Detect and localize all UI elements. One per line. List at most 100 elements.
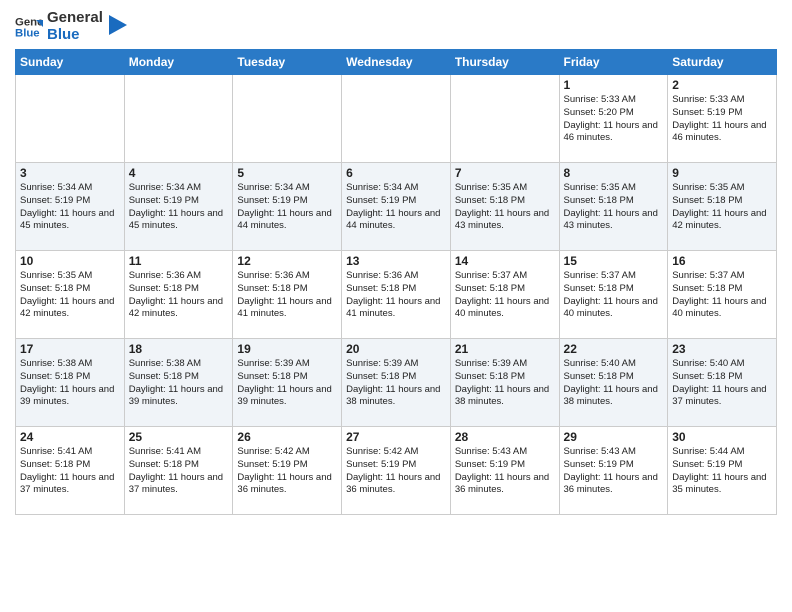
day-number: 7 [455, 166, 555, 180]
calendar-cell: 10Sunrise: 5:35 AM Sunset: 5:18 PM Dayli… [16, 251, 125, 339]
logo-general-text: General [47, 10, 103, 27]
day-number: 21 [455, 342, 555, 356]
logo: General Blue General Blue [15, 10, 127, 43]
calendar-cell [450, 75, 559, 163]
calendar-cell: 9Sunrise: 5:35 AM Sunset: 5:18 PM Daylig… [668, 163, 777, 251]
day-number: 14 [455, 254, 555, 268]
calendar-cell: 23 Sunrise: 5:40 AM Sunset: 5:18 PM Dayli… [668, 339, 777, 427]
day-info: Sunrise: 5:39 AM Sunset: 5:18 PM Dayligh… [455, 358, 555, 409]
calendar-cell: 30 Sunrise: 5:44 AM Sunset: 5:19 PM Dayli… [668, 427, 777, 515]
day-number: 30 [672, 430, 772, 444]
day-number: 17 [20, 342, 120, 356]
calendar-cell: 16 Sunrise: 5:37 AM Sunset: 5:18 PM Dayli… [668, 251, 777, 339]
calendar-cell: 13 Sunrise: 5:36 AM Sunset: 5:18 PM Dayli… [342, 251, 451, 339]
day-number: 19 [237, 342, 337, 356]
day-number: 24 [20, 430, 120, 444]
day-number: 10 [20, 254, 120, 268]
calendar-cell: 29 Sunrise: 5:43 AM Sunset: 5:19 PM Dayli… [559, 427, 668, 515]
calendar-cell: 5 Sunrise: 5:34 AM Sunset: 5:19 PM Daylig… [233, 163, 342, 251]
day-number: 27 [346, 430, 446, 444]
calendar-cell: 12Sunrise: 5:36 AM Sunset: 5:18 PM Dayli… [233, 251, 342, 339]
calendar-cell [16, 75, 125, 163]
day-info: Sunrise: 5:44 AM Sunset: 5:19 PM Dayligh… [672, 446, 772, 497]
day-number: 3 [20, 166, 120, 180]
day-info: Sunrise: 5:37 AM Sunset: 5:18 PM Dayligh… [455, 270, 555, 321]
calendar-cell: 25 Sunrise: 5:41 AM Sunset: 5:18 PM Dayli… [124, 427, 233, 515]
calendar-cell: 28Sunrise: 5:43 AM Sunset: 5:19 PM Dayli… [450, 427, 559, 515]
calendar-cell: 26 Sunrise: 5:42 AM Sunset: 5:19 PM Dayli… [233, 427, 342, 515]
calendar-week-row: 10Sunrise: 5:35 AM Sunset: 5:18 PM Dayli… [16, 251, 777, 339]
day-info: Sunrise: 5:40 AM Sunset: 5:18 PM Dayligh… [564, 358, 664, 409]
calendar-week-row: 3 Sunrise: 5:34 AM Sunset: 5:19 PM Daylig… [16, 163, 777, 251]
weekday-header-wednesday: Wednesday [342, 50, 451, 75]
day-info: Sunrise: 5:42 AM Sunset: 5:19 PM Dayligh… [237, 446, 337, 497]
calendar-cell: 17 Sunrise: 5:38 AM Sunset: 5:18 PM Dayli… [16, 339, 125, 427]
day-info: Sunrise: 5:33 AM Sunset: 5:19 PM Dayligh… [672, 94, 772, 145]
weekday-header-saturday: Saturday [668, 50, 777, 75]
logo-arrow-icon [109, 15, 127, 35]
day-info: Sunrise: 5:41 AM Sunset: 5:18 PM Dayligh… [20, 446, 120, 497]
calendar-week-row: 17 Sunrise: 5:38 AM Sunset: 5:18 PM Dayli… [16, 339, 777, 427]
day-number: 8 [564, 166, 664, 180]
calendar-week-row: 1Sunrise: 5:33 AM Sunset: 5:20 PM Daylig… [16, 75, 777, 163]
day-info: Sunrise: 5:37 AM Sunset: 5:18 PM Dayligh… [564, 270, 664, 321]
day-info: Sunrise: 5:39 AM Sunset: 5:18 PM Dayligh… [237, 358, 337, 409]
weekday-header-friday: Friday [559, 50, 668, 75]
day-info: Sunrise: 5:41 AM Sunset: 5:18 PM Dayligh… [129, 446, 229, 497]
day-number: 22 [564, 342, 664, 356]
day-info: Sunrise: 5:34 AM Sunset: 5:19 PM Dayligh… [346, 182, 446, 233]
day-info: Sunrise: 5:35 AM Sunset: 5:18 PM Dayligh… [672, 182, 772, 233]
day-info: Sunrise: 5:33 AM Sunset: 5:20 PM Dayligh… [564, 94, 664, 145]
day-number: 15 [564, 254, 664, 268]
day-info: Sunrise: 5:42 AM Sunset: 5:19 PM Dayligh… [346, 446, 446, 497]
day-number: 28 [455, 430, 555, 444]
calendar-cell: 7Sunrise: 5:35 AM Sunset: 5:18 PM Daylig… [450, 163, 559, 251]
calendar-cell: 24 Sunrise: 5:41 AM Sunset: 5:18 PM Dayli… [16, 427, 125, 515]
day-number: 26 [237, 430, 337, 444]
day-number: 16 [672, 254, 772, 268]
day-info: Sunrise: 5:37 AM Sunset: 5:18 PM Dayligh… [672, 270, 772, 321]
weekday-header-tuesday: Tuesday [233, 50, 342, 75]
calendar-cell: 4Sunrise: 5:34 AM Sunset: 5:19 PM Daylig… [124, 163, 233, 251]
day-number: 25 [129, 430, 229, 444]
day-info: Sunrise: 5:36 AM Sunset: 5:18 PM Dayligh… [346, 270, 446, 321]
calendar-cell: 20 Sunrise: 5:39 AM Sunset: 5:18 PM Dayli… [342, 339, 451, 427]
calendar-cell: 14 Sunrise: 5:37 AM Sunset: 5:18 PM Dayli… [450, 251, 559, 339]
day-info: Sunrise: 5:36 AM Sunset: 5:18 PM Dayligh… [129, 270, 229, 321]
day-info: Sunrise: 5:43 AM Sunset: 5:19 PM Dayligh… [564, 446, 664, 497]
svg-text:Blue: Blue [15, 27, 40, 39]
calendar-cell: 11 Sunrise: 5:36 AM Sunset: 5:18 PM Dayli… [124, 251, 233, 339]
logo-blue-text: Blue [47, 27, 103, 44]
day-info: Sunrise: 5:39 AM Sunset: 5:18 PM Dayligh… [346, 358, 446, 409]
day-number: 5 [237, 166, 337, 180]
day-info: Sunrise: 5:38 AM Sunset: 5:18 PM Dayligh… [129, 358, 229, 409]
calendar-cell: 18 Sunrise: 5:38 AM Sunset: 5:18 PM Dayli… [124, 339, 233, 427]
main-container: General Blue General Blue SundayMondayTu… [0, 0, 792, 525]
calendar-cell: 27 Sunrise: 5:42 AM Sunset: 5:19 PM Dayli… [342, 427, 451, 515]
day-number: 2 [672, 78, 772, 92]
calendar-cell: 8Sunrise: 5:35 AM Sunset: 5:18 PM Daylig… [559, 163, 668, 251]
day-info: Sunrise: 5:40 AM Sunset: 5:18 PM Dayligh… [672, 358, 772, 409]
day-number: 13 [346, 254, 446, 268]
day-number: 6 [346, 166, 446, 180]
calendar-cell: 6 Sunrise: 5:34 AM Sunset: 5:19 PM Daylig… [342, 163, 451, 251]
calendar-cell: 22 Sunrise: 5:40 AM Sunset: 5:18 PM Dayli… [559, 339, 668, 427]
day-number: 11 [129, 254, 229, 268]
day-info: Sunrise: 5:38 AM Sunset: 5:18 PM Dayligh… [20, 358, 120, 409]
day-number: 18 [129, 342, 229, 356]
calendar-cell: 2 Sunrise: 5:33 AM Sunset: 5:19 PM Daylig… [668, 75, 777, 163]
day-number: 12 [237, 254, 337, 268]
day-number: 23 [672, 342, 772, 356]
day-info: Sunrise: 5:34 AM Sunset: 5:19 PM Dayligh… [20, 182, 120, 233]
weekday-header-thursday: Thursday [450, 50, 559, 75]
day-info: Sunrise: 5:34 AM Sunset: 5:19 PM Dayligh… [237, 182, 337, 233]
calendar-header-row: SundayMondayTuesdayWednesdayThursdayFrid… [16, 50, 777, 75]
calendar-cell: 19 Sunrise: 5:39 AM Sunset: 5:18 PM Dayli… [233, 339, 342, 427]
weekday-header-sunday: Sunday [16, 50, 125, 75]
header: General Blue General Blue [15, 10, 777, 43]
calendar-body: 1Sunrise: 5:33 AM Sunset: 5:20 PM Daylig… [16, 75, 777, 515]
logo-icon: General Blue [15, 13, 43, 41]
day-number: 29 [564, 430, 664, 444]
day-number: 20 [346, 342, 446, 356]
weekday-header-monday: Monday [124, 50, 233, 75]
